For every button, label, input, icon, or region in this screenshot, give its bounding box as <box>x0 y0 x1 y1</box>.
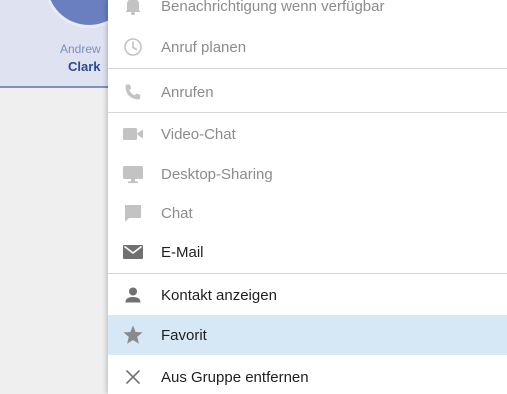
phone-icon <box>120 81 146 103</box>
menu-item-desktop-sharing[interactable]: Desktop-Sharing <box>108 155 507 193</box>
menu-divider <box>108 273 507 274</box>
menu-item-label: Favorit <box>161 326 207 344</box>
contact-card[interactable]: Andrew Clark <box>0 0 134 88</box>
menu-item-email[interactable]: E-Mail <box>108 233 507 271</box>
menu-item-label: Anrufen <box>161 83 214 101</box>
menu-item-favorite[interactable]: Favorit <box>108 315 507 355</box>
envelope-icon <box>120 241 146 263</box>
menu-item-label: Kontakt anzeigen <box>161 286 277 304</box>
clock-icon <box>120 36 146 58</box>
menu-item-label: E-Mail <box>161 243 204 261</box>
bell-icon <box>120 0 146 17</box>
video-camera-icon <box>120 123 146 145</box>
menu-divider <box>108 112 507 113</box>
menu-item-notify-when-available[interactable]: Benachrichtigung wenn verfügbar <box>108 0 507 22</box>
monitor-icon <box>120 163 146 185</box>
menu-item-label: Anruf planen <box>161 38 247 56</box>
menu-item-schedule-call[interactable]: Anruf planen <box>108 28 507 66</box>
menu-item-label: Video-Chat <box>161 125 236 143</box>
menu-item-chat[interactable]: Chat <box>108 194 507 232</box>
menu-item-label: Desktop-Sharing <box>161 165 273 183</box>
menu-item-label: Chat <box>161 204 193 222</box>
menu-divider <box>108 68 507 69</box>
menu-item-show-contact[interactable]: Kontakt anzeigen <box>108 276 507 314</box>
contact-last-name: Clark <box>68 59 101 74</box>
menu-item-label: Benachrichtigung wenn verfügbar <box>161 0 385 15</box>
chat-bubble-icon <box>120 202 146 224</box>
person-icon <box>120 284 146 306</box>
menu-item-call[interactable]: Anrufen <box>108 73 507 111</box>
context-menu: Benachrichtigung wenn verfügbar Anruf pl… <box>108 0 507 394</box>
contact-first-name: Andrew <box>60 42 101 56</box>
star-icon <box>120 324 146 346</box>
menu-item-remove-from-group[interactable]: Aus Gruppe entfernen <box>108 358 507 394</box>
close-icon <box>120 366 146 388</box>
menu-item-video-chat[interactable]: Video-Chat <box>108 115 507 153</box>
app-stage: Andrew Clark Benachrichtigung wenn verfü… <box>0 0 507 394</box>
menu-item-label: Aus Gruppe entfernen <box>161 368 309 386</box>
